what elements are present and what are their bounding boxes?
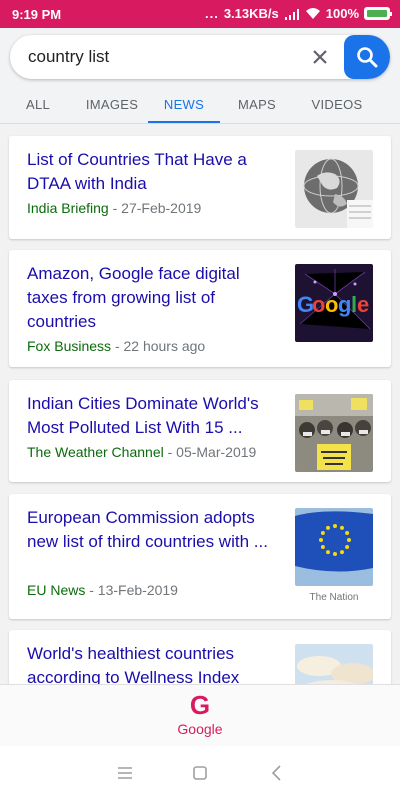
eu-star [319,538,323,542]
news-thumbnail-eu-flag[interactable] [295,508,373,586]
news-meta: Fox Business - 22 hours ago [27,338,205,354]
svg-text:e: e [357,292,369,317]
news-thumbnail-protest[interactable] [295,394,373,472]
svg-text:g: g [338,292,351,317]
back-icon[interactable] [267,763,287,783]
news-thumbnail-globe[interactable] [295,150,373,228]
search-button[interactable] [344,35,390,79]
news-date: - 05-Mar-2019 [167,444,257,460]
news-meta: EU News - 13-Feb-2019 [27,582,178,598]
news-title[interactable]: Amazon, Google face digital taxes from g… [27,262,282,334]
news-results-list: List of Countries That Have a DTAA with … [0,124,400,684]
news-title[interactable]: World's healthiest countries according t… [27,642,282,684]
news-title[interactable]: Indian Cities Dominate World's Most Poll… [27,392,282,440]
news-source: India Briefing [27,200,109,216]
eu-star [320,545,325,549]
svg-text:o: o [312,292,325,317]
status-time: 9:19 PM [12,7,62,22]
search-header: country list ALL IMAGES NEWS MAPS VIDEOS [0,28,400,124]
search-bar[interactable]: country list [10,35,390,79]
eu-star [320,531,325,535]
eu-star [340,525,344,530]
status-right: ... 3.13KB/s 100% [204,6,392,21]
search-input[interactable]: country list [28,47,109,67]
home-icon[interactable] [190,763,210,783]
system-nav-bar [0,746,400,800]
tab-maps[interactable]: MAPS [220,84,294,124]
svg-text:o: o [325,292,338,317]
tab-news[interactable]: NEWS [148,84,220,124]
battery-fill [367,10,387,17]
tab-videos[interactable]: VIDEOS [294,84,380,124]
search-icon [357,47,378,68]
eu-star [326,525,330,530]
news-title[interactable]: European Commission adopts new list of t… [27,506,282,554]
eu-star [333,552,337,556]
bottom-app-bar: G Google [0,684,400,746]
news-date: - 22 hours ago [114,338,206,354]
news-meta: India Briefing - 27-Feb-2019 [27,200,201,216]
news-card[interactable]: European Commission adopts new list of t… [9,494,391,619]
news-source: EU News [27,582,86,598]
notification-dots: ... [204,6,219,21]
tab-all[interactable]: ALL [0,84,76,124]
news-source: The Weather Channel [27,444,164,460]
news-card[interactable]: List of Countries That Have a DTAA with … [9,136,391,239]
status-bar: 9:19 PM ... 3.13KB/s 100% [0,0,400,28]
menu-icon[interactable] [115,763,135,783]
news-date: - 13-Feb-2019 [89,582,178,598]
google-home-tab[interactable]: G Google [160,691,240,743]
eu-star [340,550,344,555]
signal-icon [284,8,299,20]
eu-star [326,550,330,555]
news-source: Fox Business [27,338,112,354]
news-title[interactable]: List of Countries That Have a DTAA with … [27,148,282,196]
news-thumbnail-sky[interactable] [295,644,373,684]
battery-icon [364,7,392,20]
eu-star [345,545,350,549]
news-card[interactable]: Amazon, Google face digital taxes from g… [9,250,391,367]
network-speed: 3.13KB/s [223,6,279,21]
image-caption: The Nation [309,592,359,603]
google-g-letter: G [190,691,210,719]
wifi-icon [305,8,320,19]
news-card[interactable]: Indian Cities Dominate World's Most Poll… [9,380,391,482]
eu-star [345,531,350,535]
eu-star [333,524,337,528]
tab-images[interactable]: IMAGES [76,84,148,124]
news-date: - 27-Feb-2019 [112,200,202,216]
google-tab-label: Google [177,721,223,737]
news-thumbnail-google-logo[interactable]: G o o g l e [295,264,373,342]
eu-star [347,538,351,542]
battery-percent: 100% [325,6,359,21]
news-card[interactable]: World's healthiest countries according t… [9,630,391,684]
close-icon[interactable] [308,45,332,69]
news-meta: The Weather Channel - 05-Mar-2019 [27,444,256,460]
search-tabs: ALL IMAGES NEWS MAPS VIDEOS [0,84,400,124]
google-g-icon: G [190,691,210,719]
